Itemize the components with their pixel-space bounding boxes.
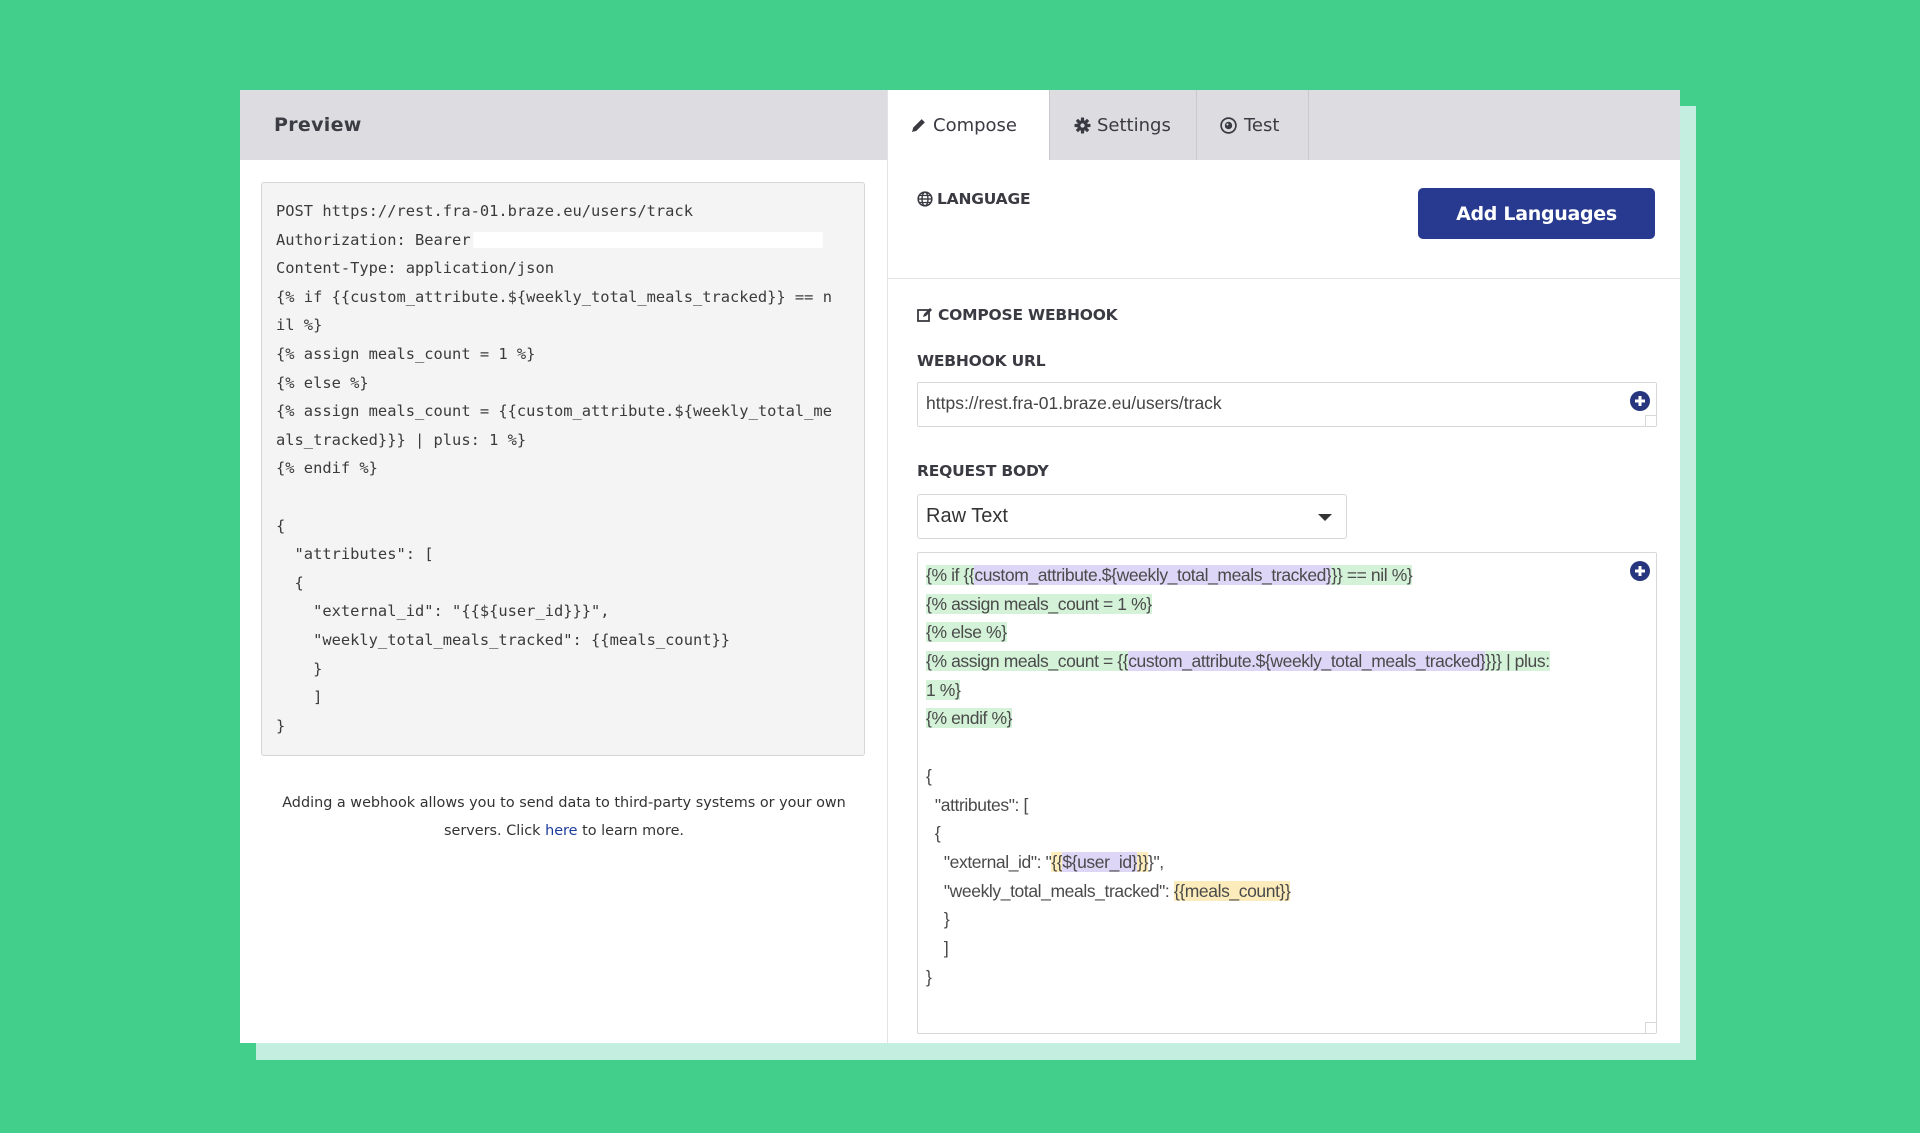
liquid-tag-segment: 1 %}	[926, 679, 961, 700]
compose-webhook-section-label: COMPOSE WEBHOOK	[917, 306, 1118, 324]
tab-compose[interactable]: Compose	[888, 90, 1049, 160]
request-body-line: {% assign meals_count = 1 %}	[926, 590, 1648, 619]
tab-test-label: Test	[1244, 114, 1280, 136]
edit-icon	[917, 307, 933, 323]
attribute-segment: custom_attribute.${weekly_total_meals_tr…	[974, 565, 1332, 585]
preview-line: POST https://rest.fra-01.braze.eu/users/…	[276, 202, 693, 220]
section-divider	[888, 278, 1680, 279]
attribute-segment: ${user_id}	[1062, 851, 1138, 872]
preview-line: {% assign meals_count = 1 %}	[276, 344, 536, 363]
liquid-tag-segment: {% endif %}	[926, 708, 1013, 729]
liquid-tag-segment: {% if {{	[926, 565, 975, 585]
preview-line: Authorization: Bearer	[276, 226, 850, 255]
variable-segment: {{meals_count}}	[1173, 880, 1291, 901]
variable-segment: }}	[1137, 851, 1149, 872]
liquid-tag-segment: {% assign meals_count = 1 %}	[926, 593, 1152, 614]
request-body-line: }	[926, 905, 1648, 934]
preview-line: {% else %}	[276, 373, 369, 392]
preview-line: Content-Type: application/json	[276, 259, 554, 278]
request-body-type-select[interactable]: Raw Text	[917, 494, 1347, 539]
text-segment: "attributes": [	[926, 794, 1028, 815]
preview-line	[276, 483, 850, 512]
preview-line: {	[276, 573, 304, 592]
resize-handle-icon[interactable]	[1645, 1022, 1656, 1033]
request-body-line: }	[926, 963, 1648, 992]
language-section-label: LANGUAGE	[917, 190, 1031, 208]
learn-more-link[interactable]: here	[545, 823, 577, 839]
text-segment: "weekly_total_meals_tracked":	[926, 880, 1174, 901]
insert-personalization-icon[interactable]	[1630, 391, 1650, 411]
eye-icon	[1219, 116, 1238, 134]
help-text: Adding a webhook allows you to send data…	[280, 789, 848, 845]
preview-panel: Preview POST https://rest.fra-01.braze.e…	[240, 90, 888, 1043]
request-body-line	[926, 733, 1648, 762]
request-body-label: REQUEST BODY	[917, 462, 1049, 480]
preview-line: {% assign meals_count = {{custom_attribu…	[276, 402, 832, 421]
preview-line: "attributes": [	[276, 545, 434, 564]
language-label: LANGUAGE	[937, 190, 1031, 208]
pencil-icon	[910, 117, 927, 134]
redacted-token	[472, 232, 823, 249]
preview-line: "weekly_total_meals_tracked": {{meals_co…	[276, 630, 731, 649]
attribute-segment: custom_attribute.${weekly_total_meals_tr…	[1128, 651, 1486, 672]
preview-header: Preview	[240, 90, 887, 160]
request-body-line: "weekly_total_meals_tracked": {{meals_co…	[926, 877, 1648, 906]
liquid-tag-segment: {% assign meals_count = {{	[926, 651, 1129, 672]
text-segment: }	[926, 966, 932, 987]
preview-line: {% if {{custom_attribute.${weekly_total_…	[276, 287, 832, 306]
request-body-type-value: Raw Text	[926, 505, 1008, 527]
request-body-line: 1 %}	[926, 676, 1648, 705]
webhook-url-input[interactable]: https://rest.fra-01.braze.eu/users/track	[917, 382, 1657, 427]
webhook-url-label: WEBHOOK URL	[917, 352, 1046, 370]
text-segment: {	[926, 765, 932, 786]
request-body-line: {% if {{custom_attribute.${weekly_total_…	[926, 561, 1648, 590]
request-body-line: {% assign meals_count = {{custom_attribu…	[926, 647, 1648, 676]
preview-request-box: POST https://rest.fra-01.braze.eu/users/…	[261, 182, 865, 756]
insert-personalization-icon[interactable]	[1630, 561, 1650, 581]
text-segment: }",	[1148, 851, 1164, 872]
tab-test[interactable]: Test	[1197, 90, 1309, 160]
text-segment: ]	[926, 937, 949, 958]
request-body-line: "external_id": "{{${user_id}}}}",	[926, 848, 1648, 877]
tab-settings-label: Settings	[1097, 114, 1171, 136]
tab-compose-label: Compose	[933, 114, 1018, 136]
request-body-textarea[interactable]: {% if {{custom_attribute.${weekly_total_…	[917, 552, 1657, 1034]
tab-bar: Compose Settings Test	[888, 90, 1680, 160]
request-body-line: "attributes": [	[926, 791, 1648, 820]
preview-line: als_tracked}}} | plus: 1 %}	[276, 430, 527, 449]
globe-icon	[917, 191, 933, 207]
request-body-line: {% endif %}	[926, 704, 1648, 733]
request-body-line: ]	[926, 934, 1648, 963]
request-body-content: {% if {{custom_attribute.${weekly_total_…	[926, 561, 1648, 991]
preview-title: Preview	[274, 114, 362, 136]
preview-line: ]	[276, 688, 323, 707]
compose-webhook-label: COMPOSE WEBHOOK	[938, 306, 1118, 324]
gear-icon	[1074, 117, 1091, 134]
variable-segment: {{	[1051, 851, 1063, 872]
preview-line: il %}	[276, 316, 323, 335]
request-body-line: {% else %}	[926, 618, 1648, 647]
tab-settings[interactable]: Settings	[1049, 90, 1197, 160]
request-body-line: {	[926, 819, 1648, 848]
liquid-tag-segment: }}} | plus:	[1485, 651, 1550, 672]
preview-line: }	[276, 716, 286, 735]
preview-line: }	[276, 659, 323, 678]
resize-handle-icon[interactable]	[1645, 415, 1656, 426]
compose-panel: Compose Settings Test LANGUAGE Add Langu…	[888, 90, 1680, 1043]
webhook-composer-card: Preview POST https://rest.fra-01.braze.e…	[240, 90, 1680, 1043]
add-languages-button[interactable]: Add Languages	[1418, 188, 1655, 239]
preview-line: {% endif %}	[276, 459, 378, 478]
caret-down-icon	[1318, 514, 1332, 521]
webhook-url-value: https://rest.fra-01.braze.eu/users/track	[926, 393, 1222, 413]
preview-line: "external_id": "{{${user_id}}}",	[276, 602, 610, 621]
preview-line: {	[276, 516, 286, 535]
text-segment: }	[926, 909, 950, 930]
liquid-tag-segment: {% else %}	[926, 622, 1007, 643]
request-body-line: {	[926, 762, 1648, 791]
liquid-tag-segment: }} == nil %}	[1331, 565, 1413, 585]
text-segment: {	[926, 823, 941, 844]
text-segment: "external_id": "	[926, 851, 1052, 872]
help-text-after: to learn more.	[577, 823, 684, 839]
